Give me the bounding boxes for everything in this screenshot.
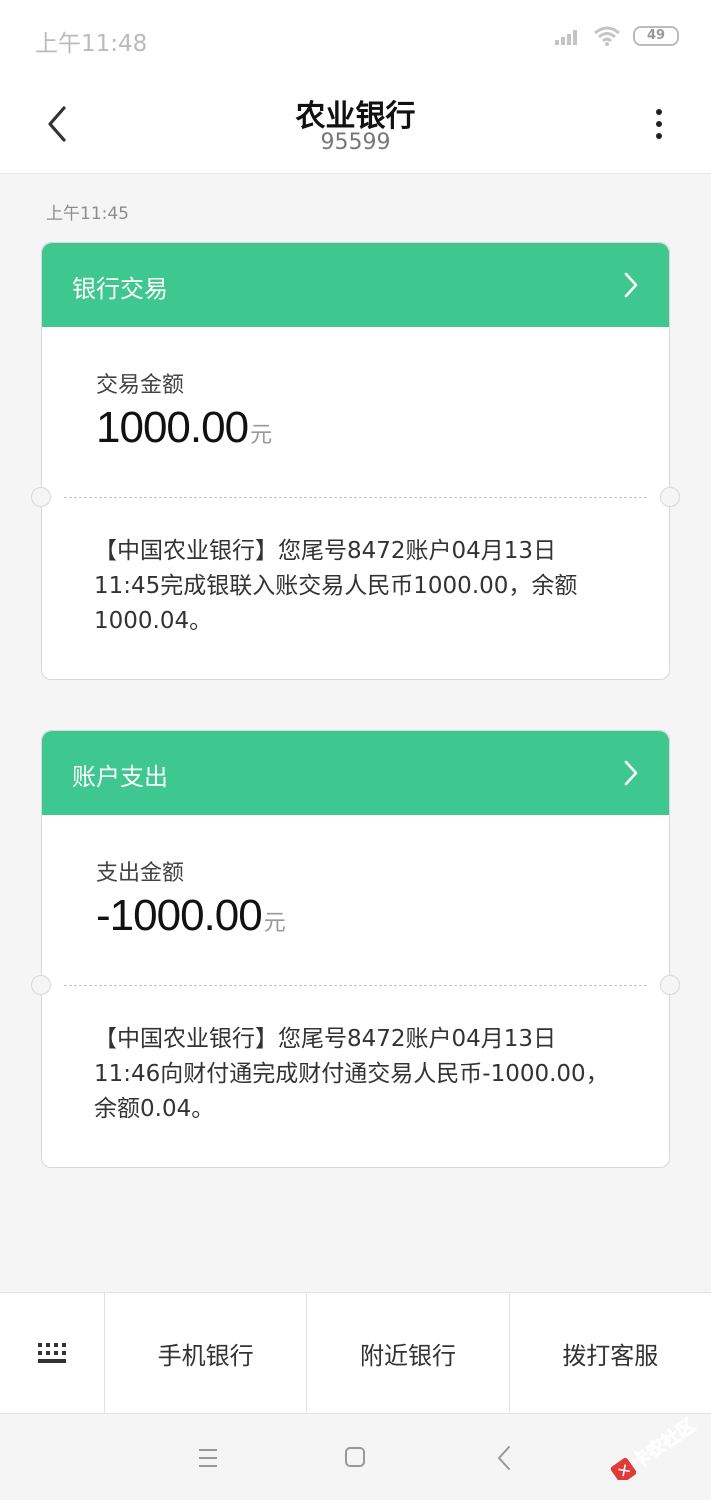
card-header[interactable]: 银行交易 — [42, 243, 669, 327]
divider — [64, 497, 647, 498]
status-bar: 上午11:48 49 — [0, 0, 711, 78]
more-button[interactable] — [649, 106, 669, 146]
bottom-menu: 手机银行 附近银行 拨打客服 — [0, 1292, 711, 1414]
menu-nav-icon[interactable] — [190, 1442, 226, 1474]
keyboard-toggle-button[interactable] — [0, 1293, 105, 1413]
divider — [64, 985, 647, 986]
wifi-icon — [594, 26, 620, 46]
ticket-notch — [31, 975, 51, 995]
call-service-button[interactable]: 拨打客服 — [510, 1293, 711, 1413]
amount-value: 1000.00元 — [96, 403, 272, 453]
home-nav-icon[interactable] — [337, 1442, 373, 1474]
status-time: 上午11:48 — [35, 31, 148, 57]
status-icons: 49 — [555, 26, 679, 46]
amount-unit: 元 — [263, 910, 286, 935]
sms-text: 【中国农业银行】您尾号8472账户04月13日11:45完成银联入账交易人民币1… — [94, 538, 578, 634]
more-vert-icon — [656, 109, 662, 139]
ticket-notch — [660, 975, 680, 995]
amount-number: 1000.00 — [96, 403, 249, 452]
page-title: 农业银行 — [295, 99, 416, 134]
amount-label: 支出金额 — [96, 861, 185, 886]
message-timestamp: 上午11:45 — [46, 204, 129, 224]
transaction-card: 银行交易 交易金额 1000.00元 【中国农业银行】您尾号8472账户04月1… — [31, 242, 680, 680]
card-header-title: 银行交易 — [72, 275, 168, 303]
expense-card: 账户支出 支出金额 -1000.00元 【中国农业银行】您尾号8472账户04月… — [31, 730, 680, 1168]
amount-number: -1000.00 — [96, 891, 263, 940]
title-bar: 农业银行 95599 — [0, 78, 711, 174]
nearby-bank-button[interactable]: 附近银行 — [307, 1293, 510, 1413]
keyboard-icon — [38, 1343, 66, 1363]
ticket-notch — [31, 487, 51, 507]
back-nav-icon[interactable] — [487, 1442, 523, 1474]
chevron-right-icon — [624, 272, 638, 298]
signal-icon — [555, 30, 577, 45]
sms-text: 【中国农业银行】您尾号8472账户04月13日11:46向财付通完成财付通交易人… — [94, 1026, 609, 1122]
chevron-right-icon — [624, 760, 638, 786]
card-header[interactable]: 账户支出 — [42, 731, 669, 815]
card-header-title: 账户支出 — [72, 763, 168, 791]
amount-label: 交易金额 — [96, 373, 185, 398]
ticket-notch — [660, 487, 680, 507]
watermark-logo: ✕ 卡农社区 — [603, 1410, 703, 1484]
sender-number: 95599 — [320, 130, 391, 155]
mobile-banking-button[interactable]: 手机银行 — [105, 1293, 308, 1413]
svg-text:卡农社区: 卡农社区 — [628, 1414, 700, 1473]
amount-unit: 元 — [250, 422, 273, 447]
amount-value: -1000.00元 — [96, 891, 286, 941]
battery-indicator: 49 — [633, 26, 679, 46]
